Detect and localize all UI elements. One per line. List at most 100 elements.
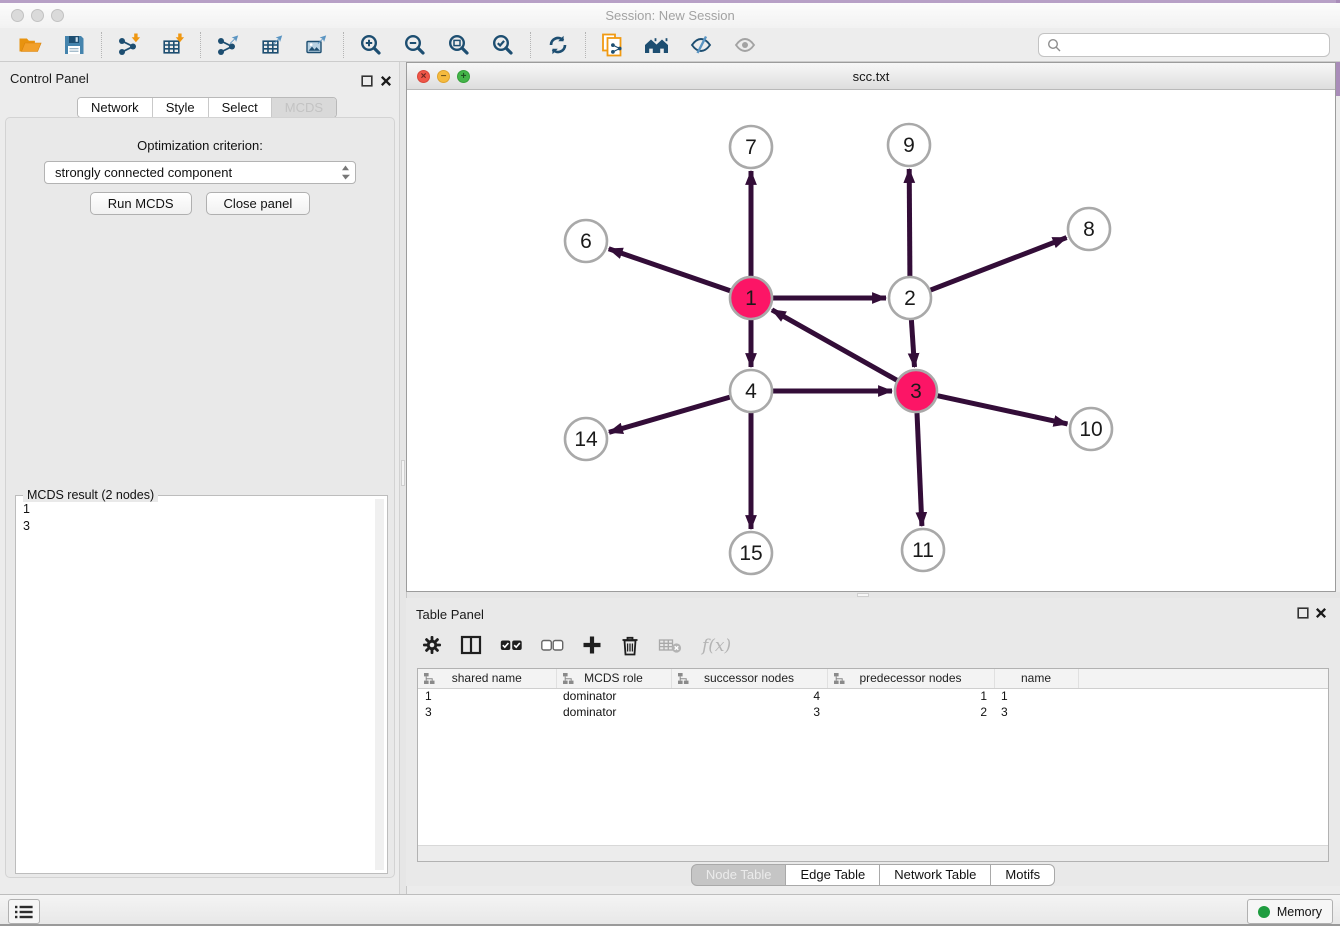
export-table-button[interactable] <box>250 30 294 60</box>
graph-node-10[interactable]: 10 <box>1070 408 1112 450</box>
graph-node-11[interactable]: 11 <box>902 529 944 571</box>
divider-grip[interactable] <box>401 460 405 486</box>
column-label: shared name <box>452 671 522 685</box>
network-minimize-button[interactable]: − <box>437 70 450 83</box>
toolbar-separator <box>200 32 201 58</box>
window-zoom-button[interactable] <box>51 9 64 22</box>
control-panel-close-button[interactable] <box>380 74 393 87</box>
table-cell[interactable]: 1 <box>418 688 556 704</box>
memory-button[interactable]: Memory <box>1247 899 1333 924</box>
search-input[interactable] <box>1067 38 1321 53</box>
window-titlebar: Session: New Session <box>0 3 1340 28</box>
window-minimize-button[interactable] <box>31 9 44 22</box>
graph-node-2[interactable]: 2 <box>889 277 931 319</box>
delete-row-button[interactable] <box>620 634 640 656</box>
save-session-button[interactable] <box>52 30 96 60</box>
task-history-button[interactable] <box>8 899 40 924</box>
tab-style[interactable]: Style <box>153 98 209 117</box>
open-file-icon <box>18 34 43 56</box>
graph-edge-3-10[interactable] <box>938 396 1068 424</box>
column-header-filler <box>1078 669 1328 688</box>
graph-node-4[interactable]: 4 <box>730 370 772 412</box>
table-cell[interactable]: 2 <box>827 704 994 720</box>
svg-text:11: 11 <box>912 539 934 562</box>
zoom-selected-button[interactable] <box>481 30 525 60</box>
tab-motifs[interactable]: Motifs <box>991 864 1055 886</box>
network-close-button[interactable]: × <box>417 70 430 83</box>
graph-node-6[interactable]: 6 <box>565 220 607 262</box>
graph-edge-2-8[interactable] <box>931 238 1067 291</box>
tab-select[interactable]: Select <box>209 98 272 117</box>
network-window: × − + scc.txt 1234678910111415 <box>406 62 1336 592</box>
table-cell[interactable]: 3 <box>671 704 827 720</box>
graph-node-1[interactable]: 1 <box>730 277 772 319</box>
column-header-name[interactable]: name <box>994 669 1078 688</box>
mcds-result-text[interactable]: 1 3 <box>16 496 387 540</box>
graph-edge-1-6[interactable] <box>609 249 731 291</box>
control-panel-title: Control Panel <box>10 71 89 86</box>
column-header-successor-nodes[interactable]: successor nodes <box>671 669 827 688</box>
add-row-button[interactable] <box>582 635 602 655</box>
table-scrollbar[interactable] <box>418 845 1328 861</box>
graph-node-7[interactable]: 7 <box>730 126 772 168</box>
tab-network[interactable]: Network <box>78 98 153 117</box>
close-panel-button[interactable]: Close panel <box>206 192 311 215</box>
table-cell[interactable]: dominator <box>556 704 671 720</box>
import-network-button[interactable] <box>107 30 151 60</box>
table-cell[interactable]: 3 <box>994 704 1078 720</box>
tab-mcds[interactable]: MCDS <box>272 98 336 117</box>
hide-details-button[interactable] <box>679 30 723 60</box>
network-canvas[interactable]: 1 2 3 4 6 7 8 9 10 11 14 15 <box>407 91 1335 591</box>
graph-node-9[interactable]: 9 <box>888 124 930 166</box>
table-cell[interactable]: 4 <box>671 688 827 704</box>
table-panel-close-button[interactable] <box>1315 606 1328 619</box>
graph-node-15[interactable]: 15 <box>730 532 772 574</box>
table-cell[interactable]: 3 <box>418 704 556 720</box>
column-header-mcds-role[interactable]: MCDS role <box>556 669 671 688</box>
export-network-button[interactable] <box>206 30 250 60</box>
deselect-all-button[interactable] <box>541 635 564 655</box>
graph-edge-4-14[interactable] <box>609 397 730 432</box>
table-row[interactable]: 1dominator411 <box>418 688 1328 704</box>
divider-grip-horizontal[interactable] <box>857 593 869 597</box>
import-table-button[interactable] <box>151 30 195 60</box>
table-cell[interactable]: 1 <box>994 688 1078 704</box>
control-panel-float-button[interactable] <box>361 74 374 87</box>
gear-button[interactable] <box>422 635 442 655</box>
graph-node-14[interactable]: 14 <box>565 418 607 460</box>
column-header-predecessor-nodes[interactable]: predecessor nodes <box>827 669 994 688</box>
run-mcds-button[interactable]: Run MCDS <box>90 192 192 215</box>
duplicate-network-button[interactable] <box>591 30 635 60</box>
tab-network-table[interactable]: Network Table <box>880 864 991 886</box>
column-header-shared-name[interactable]: shared name <box>418 669 556 688</box>
graph-edge-2-3[interactable] <box>911 320 914 367</box>
graph-edge-3-1[interactable] <box>772 310 897 380</box>
table-panel-title: Table Panel <box>416 607 484 622</box>
svg-text:4: 4 <box>745 380 757 403</box>
graph-edge-2-9[interactable] <box>909 169 910 276</box>
export-image-button[interactable] <box>294 30 338 60</box>
tab-edge-table[interactable]: Edge Table <box>786 864 880 886</box>
table-panel-float-button[interactable] <box>1297 606 1310 619</box>
tab-node-table[interactable]: Node Table <box>691 864 787 886</box>
refresh-button[interactable] <box>536 30 580 60</box>
open-file-button[interactable] <box>8 30 52 60</box>
table-cell[interactable]: 1 <box>827 688 994 704</box>
window-close-button[interactable] <box>11 9 24 22</box>
result-scrollbar[interactable] <box>375 499 384 870</box>
table-row[interactable]: 3dominator323 <box>418 704 1328 720</box>
graph-edge-3-11[interactable] <box>917 413 922 526</box>
deselect-all-icon <box>541 635 564 655</box>
zoom-in-button[interactable] <box>349 30 393 60</box>
graph-node-8[interactable]: 8 <box>1068 208 1110 250</box>
zoom-out-button[interactable] <box>393 30 437 60</box>
column-label: name <box>1021 671 1051 685</box>
select-all-button[interactable] <box>500 635 523 655</box>
home-button[interactable] <box>635 30 679 60</box>
graph-node-3[interactable]: 3 <box>895 370 937 412</box>
zoom-fit-button[interactable] <box>437 30 481 60</box>
network-zoom-button[interactable]: + <box>457 70 470 83</box>
criterion-select[interactable]: strongly connected component <box>44 161 356 184</box>
columns-button[interactable] <box>460 635 482 655</box>
table-cell[interactable]: dominator <box>556 688 671 704</box>
